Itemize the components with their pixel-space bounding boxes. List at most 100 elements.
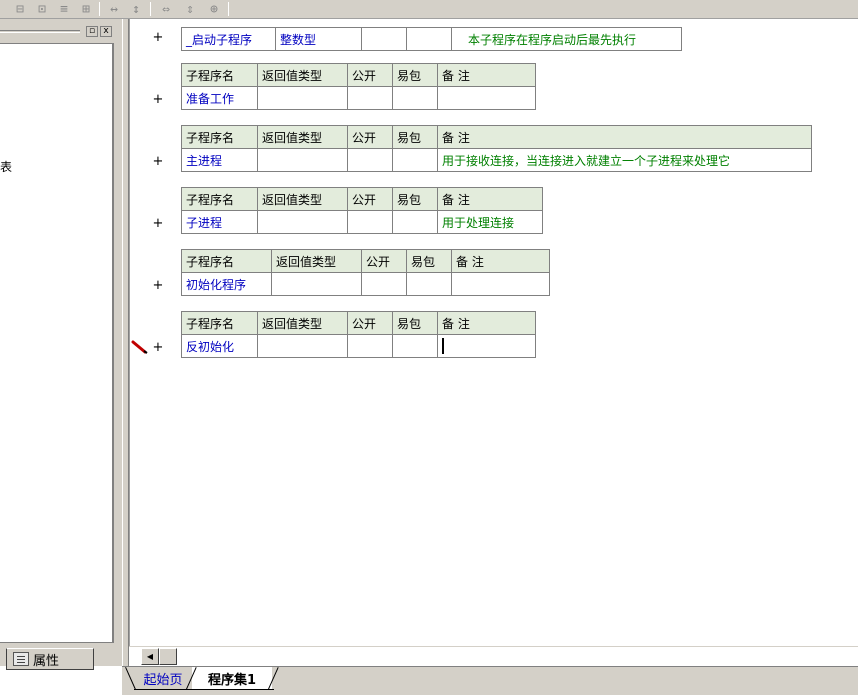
header-return-type: 返回值类型 [271,249,362,273]
same-width-icon[interactable]: ↔ [104,1,124,17]
vertical-size-icon[interactable]: ⇕ [180,1,200,17]
text-caret [442,338,444,354]
public-cell[interactable] [361,272,407,296]
subroutine-name-cell[interactable]: 反初始化 [181,334,258,358]
expand-icon[interactable]: + [152,93,164,107]
return-type-cell[interactable] [257,86,348,110]
toolbar-separator [99,2,100,16]
comment-cell[interactable]: 本子程序在程序启动后最先执行 [451,27,682,51]
easy-package-cell[interactable] [406,272,452,296]
document-tabs: 起始页 程序集1 [122,666,858,695]
center-horizontal-icon[interactable]: ⊡ [32,1,52,17]
expand-icon[interactable]: + [152,155,164,169]
table-row: 主进程 用于接收连接，当连接进入就建立一个子进程来处理它 [181,148,812,172]
easy-package-cell[interactable] [406,27,452,51]
table-header-row: 子程序名 返回值类型 公开 易包 备 注 [181,187,543,211]
horizontal-scrollbar[interactable]: ◀ [129,646,858,666]
subroutine-table: 子程序名 返回值类型 公开 易包 备 注 准备工作 [181,63,536,110]
public-cell[interactable] [347,148,393,172]
expand-icon[interactable]: + [152,341,164,355]
return-type-cell[interactable] [257,210,348,234]
subroutine-name-cell[interactable]: 初始化程序 [181,272,272,296]
toolbar-separator [228,2,229,16]
project-tree[interactable]: 表 [0,43,114,643]
easy-package-cell[interactable] [392,210,438,234]
property-tab[interactable]: 属性 [6,648,94,670]
header-easy-package: 易包 [392,63,438,87]
scroll-left-button[interactable]: ◀ [141,648,159,665]
return-type-cell[interactable] [271,272,362,296]
header-name: 子程序名 [181,311,258,335]
comment-cell[interactable]: 用于处理连接 [437,210,543,234]
public-cell[interactable] [347,86,393,110]
table-row: 子进程 用于处理连接 [181,210,543,234]
table-header-row: 子程序名 返回值类型 公开 易包 备 注 [181,311,536,335]
public-cell[interactable] [347,210,393,234]
table-row: 准备工作 [181,86,536,110]
subroutine-name-cell[interactable]: _启动子程序 [181,27,276,51]
pane-maximize-icon[interactable]: ▫ [86,26,98,37]
pane-titlebar: ▫ x [0,23,118,37]
public-cell[interactable] [347,334,393,358]
subroutine-name-cell[interactable]: 子进程 [181,210,258,234]
header-return-type: 返回值类型 [257,125,348,149]
comment-cell[interactable]: 用于接收连接，当连接进入就建立一个子进程来处理它 [437,148,812,172]
scroll-thumb[interactable] [159,648,177,665]
same-height-icon[interactable]: ↕ [126,1,146,17]
property-tab-label: 属性 [33,653,60,669]
table-header-row: 子程序名 返回值类型 公开 易包 备 注 [181,63,536,87]
header-name: 子程序名 [181,249,272,273]
header-name: 子程序名 [181,187,258,211]
header-comment: 备 注 [437,63,536,87]
tab-program-set[interactable]: 程序集1 [192,667,272,689]
distribute-icon[interactable]: ≡ [54,1,74,17]
header-comment: 备 注 [437,311,536,335]
header-public: 公开 [361,249,407,273]
comment-cell[interactable] [451,272,550,296]
align-left-icon[interactable]: ⊟ [10,1,30,17]
expand-icon[interactable]: + [152,217,164,231]
pane-close-icon[interactable]: x [100,26,112,37]
left-pane: ▫ x 表 [0,19,122,666]
subroutine-name-cell[interactable]: 准备工作 [181,86,258,110]
subroutine-table: 子程序名 返回值类型 公开 易包 备 注 初始化程序 [181,249,550,296]
header-return-type: 返回值类型 [257,311,348,335]
pane-splitter[interactable] [122,19,129,666]
header-return-type: 返回值类型 [257,187,348,211]
return-type-cell[interactable] [257,148,348,172]
pane-grip[interactable] [0,30,80,33]
layout-toolbar: ⊟ ⊡ ≡ ⊞ ↔ ↕ ⇔ ⇕ ⊕ [0,0,858,19]
public-cell[interactable] [361,27,407,51]
header-name: 子程序名 [181,63,258,87]
expand-icon[interactable]: + [152,279,164,293]
header-easy-package: 易包 [392,311,438,335]
toolbar-separator [150,2,151,16]
header-comment: 备 注 [437,125,812,149]
header-comment: 备 注 [451,249,550,273]
grid-icon[interactable]: ⊕ [204,1,224,17]
header-name: 子程序名 [181,125,258,149]
header-public: 公开 [347,187,393,211]
gutter-border [129,19,130,646]
return-type-cell[interactable]: 整数型 [275,27,362,51]
easy-package-cell[interactable] [392,334,438,358]
header-easy-package: 易包 [392,187,438,211]
pen-icon [131,340,148,354]
comment-cell[interactable] [437,334,536,358]
table-row: 初始化程序 [181,272,550,296]
expand-icon[interactable]: + [152,31,164,45]
subroutine-table-startup: _启动子程序 整数型 本子程序在程序启动后最先执行 [181,27,682,51]
header-return-type: 返回值类型 [257,63,348,87]
subroutine-name-cell[interactable]: 主进程 [181,148,258,172]
comment-cell[interactable] [437,86,536,110]
header-easy-package: 易包 [406,249,452,273]
tree-item-fragment[interactable]: 表 [0,158,12,175]
subroutine-table: 子程序名 返回值类型 公开 易包 备 注 主进程 用于接收连接，当连接进入就建立… [181,125,812,172]
header-public: 公开 [347,63,393,87]
easy-package-cell[interactable] [392,86,438,110]
return-type-cell[interactable] [257,334,348,358]
horizontal-size-icon[interactable]: ⇔ [156,1,176,17]
tab-start-page[interactable]: 起始页 [134,667,192,689]
stack-icon[interactable]: ⊞ [76,1,96,17]
easy-package-cell[interactable] [392,148,438,172]
